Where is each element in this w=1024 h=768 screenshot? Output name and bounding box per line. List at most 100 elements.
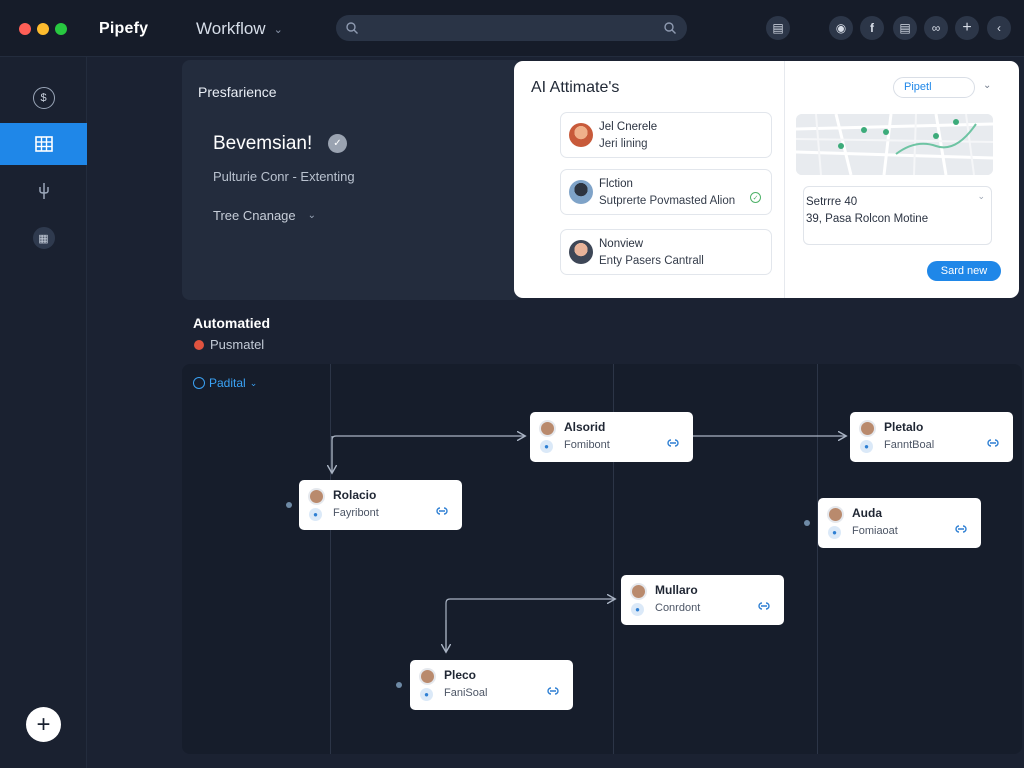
add-icon[interactable]: + — [955, 16, 979, 40]
node-title: Mullaro — [655, 583, 698, 597]
link-icon[interactable] — [985, 437, 1001, 449]
profile-subtitle: Pulturie Conr - Extenting — [213, 169, 355, 184]
column-divider — [330, 364, 331, 754]
address-line-1: Setrrre 40 — [806, 196, 858, 208]
workflow-menu[interactable]: Workflow ⌄ — [196, 19, 283, 39]
dollar-icon: $ — [32, 87, 55, 109]
search-input[interactable] — [336, 15, 687, 41]
flow-node-card[interactable]: Auda ● Fomiaoat — [818, 498, 981, 548]
node-subtitle: FaniSoal — [444, 687, 488, 699]
automated-title: Automatied — [193, 315, 270, 331]
add-button[interactable]: + — [26, 707, 61, 742]
link-icon[interactable] — [665, 437, 681, 449]
map-graphic — [796, 114, 993, 175]
send-new-button[interactable]: Sard new — [927, 261, 1001, 281]
map-preview[interactable] — [796, 114, 993, 175]
avatar — [569, 240, 593, 264]
pipe-filter-dropdown[interactable]: Padital ⌄ — [193, 376, 257, 390]
flow-node-card[interactable]: Alsorid ● Fomibont — [530, 412, 693, 462]
user-icon: ● — [631, 603, 644, 616]
pipe-icon — [193, 377, 205, 389]
chevron-down-icon[interactable]: ⌄ — [977, 191, 985, 202]
link-icon[interactable] — [756, 600, 772, 612]
workflow-menu-label: Workflow — [196, 19, 266, 38]
link-icon[interactable] — [953, 523, 969, 535]
sidebar-item-integrations[interactable] — [0, 170, 87, 212]
node-subtitle: Fomibont — [564, 439, 610, 451]
link-icon[interactable]: ∞ — [924, 16, 948, 40]
user-icon: ● — [420, 688, 433, 701]
sidebar-item-board[interactable] — [0, 123, 87, 165]
node-port[interactable] — [396, 682, 402, 688]
node-subtitle: FanntBoal — [884, 439, 935, 451]
ai-item-subtitle: Sutprerte Povmasted Alion — [599, 195, 736, 207]
ai-list-item[interactable]: Nonview Enty Pasers Cantrall — [560, 229, 772, 275]
ai-assistant-card: AI Attimate's Jel Cnerele Jeri lining Fl… — [514, 61, 1019, 298]
user-icon: ● — [309, 508, 322, 521]
node-title: Pleco — [444, 668, 477, 682]
link-icon[interactable] — [545, 685, 561, 697]
node-title: Pletalo — [884, 420, 924, 434]
preferences-title: Presfarience — [198, 84, 277, 100]
node-port[interactable] — [804, 520, 810, 526]
facebook-icon[interactable]: f — [860, 16, 884, 40]
chat-icon[interactable]: ◉ — [829, 16, 853, 40]
plug-icon — [38, 183, 49, 199]
automated-subtitle-text: Pusmatel — [210, 337, 265, 352]
ai-card-title: AI Attimate's — [531, 79, 620, 96]
avatar — [827, 506, 844, 523]
divider — [784, 61, 785, 298]
profile-name: Bevemsian! — [213, 133, 313, 154]
ai-item-subtitle: Enty Pasers Cantrall — [599, 255, 704, 267]
automated-subtitle: Pusmatel — [194, 337, 264, 352]
search-submit-icon[interactable] — [663, 21, 677, 35]
flow-node-card[interactable]: Rolacio ● Fayribont — [299, 480, 462, 530]
avatar — [630, 583, 647, 600]
change-label: Tree Cnanage — [213, 208, 296, 223]
chevron-down-icon: ⌄ — [307, 210, 317, 221]
flow-node-card[interactable]: Mullaro ● Conrdont — [621, 575, 784, 625]
address-box[interactable]: Setrrre 40 39, Pasa Rolcon Motine ⌄ — [803, 186, 992, 245]
status-dot-icon — [194, 339, 204, 350]
node-title: Auda — [852, 506, 882, 520]
ai-item-title: Nonview — [599, 238, 644, 250]
back-icon[interactable]: ‹ — [987, 16, 1011, 40]
close-window-button[interactable] — [19, 23, 31, 35]
change-dropdown[interactable]: Tree Cnanage ⌄ — [213, 208, 316, 223]
node-title: Rolacio — [333, 488, 377, 502]
flow-node-card[interactable]: Pleco ● FaniSoal — [410, 660, 573, 710]
user-icon: ● — [860, 440, 873, 453]
node-subtitle: Conrdont — [655, 602, 701, 614]
verified-icon: ✓ — [328, 134, 347, 153]
flow-node-card[interactable]: Pletalo ● FanntBoal — [850, 412, 1013, 462]
user-icon: ● — [540, 440, 553, 453]
avatar — [859, 420, 876, 437]
plus-icon: + — [36, 710, 51, 738]
link-icon[interactable] — [434, 505, 450, 517]
user-icon: ● — [828, 526, 841, 539]
document-icon[interactable]: ▤ — [893, 16, 917, 40]
ai-item-subtitle: Jeri lining — [599, 138, 648, 150]
pipe-filter-label: Padital — [209, 376, 246, 390]
ai-list-item[interactable]: Flction Sutprerte Povmasted Alion ✓ — [560, 169, 772, 215]
avatar — [569, 123, 593, 147]
node-port[interactable] — [286, 502, 292, 508]
column-divider — [817, 364, 818, 754]
avatar — [308, 488, 325, 505]
sidebar-item-calendar[interactable]: ▦ — [0, 217, 87, 259]
zoom-window-button[interactable] — [55, 23, 67, 35]
ai-item-title: Jel Cnerele — [599, 121, 658, 133]
address-line-2: 39, Pasa Rolcon Motine — [806, 213, 929, 225]
sidebar-item-billing[interactable]: $ — [0, 77, 87, 119]
chevron-down-icon: ⌄ — [249, 377, 258, 388]
avatar — [419, 668, 436, 685]
ai-list-item[interactable]: Jel Cnerele Jeri lining — [560, 112, 772, 158]
pipe-select[interactable]: Pipetl — [893, 77, 975, 98]
node-title: Alsorid — [564, 420, 606, 434]
chevron-down-icon[interactable]: ⌄ — [983, 80, 991, 91]
search-icon — [346, 22, 358, 34]
lock-icon[interactable]: ▤ — [766, 16, 790, 40]
node-subtitle: Fayribont — [333, 507, 379, 519]
minimize-window-button[interactable] — [37, 23, 49, 35]
grid-icon — [34, 136, 53, 152]
